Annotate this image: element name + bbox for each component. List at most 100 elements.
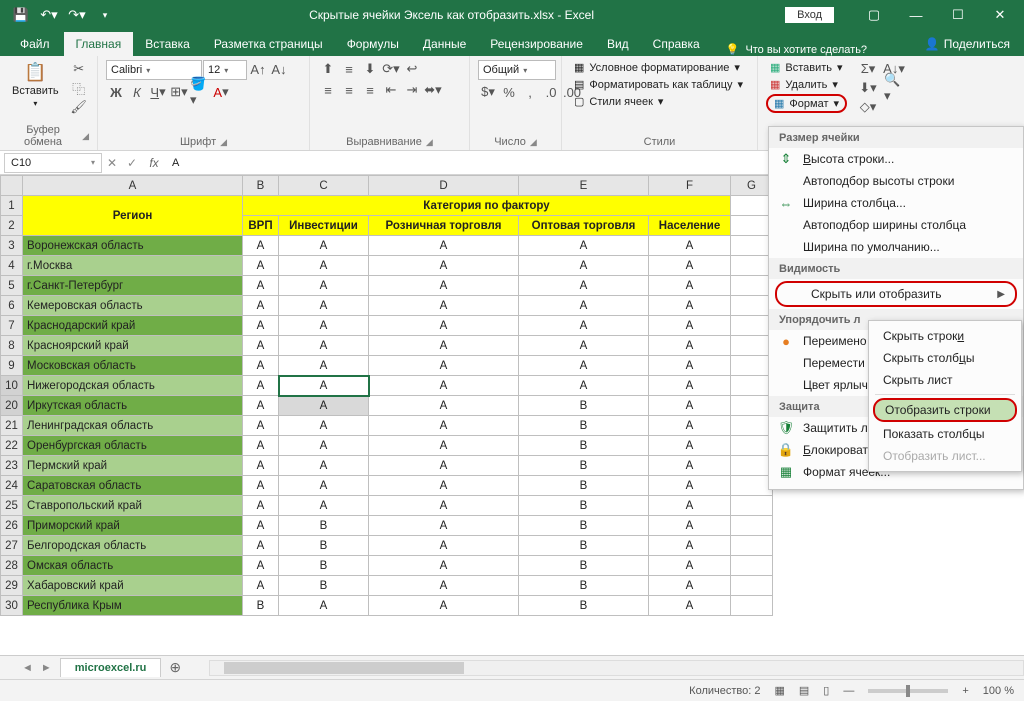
cell[interactable] — [731, 536, 773, 556]
grow-font-icon[interactable]: A↑ — [248, 60, 268, 78]
format-as-table-button[interactable]: ▤Форматировать как таблицу▾ — [570, 77, 747, 92]
tab-layout[interactable]: Разметка страницы — [202, 32, 335, 56]
cell[interactable]: Ленинградская область — [23, 416, 243, 436]
cell[interactable]: А — [649, 516, 731, 536]
new-sheet-icon[interactable]: ⊕ — [169, 659, 181, 676]
cell[interactable]: В — [279, 536, 369, 556]
cell[interactable]: А — [649, 536, 731, 556]
menu-hide-unhide[interactable]: Скрыть или отобразить▶ — [775, 281, 1017, 307]
cell[interactable]: А — [519, 276, 649, 296]
cell[interactable]: Приморский край — [23, 516, 243, 536]
submenu-hide-sheet[interactable]: Скрыть лист — [869, 369, 1021, 391]
paste-button[interactable]: 📋 Вставить ▾ — [8, 60, 63, 110]
cell[interactable] — [731, 456, 773, 476]
cell[interactable] — [731, 436, 773, 456]
cell[interactable]: Нижегородская область — [23, 376, 243, 396]
cell[interactable]: Хабаровский край — [23, 576, 243, 596]
cell[interactable]: А — [243, 316, 279, 336]
borders-icon[interactable]: ⊞▾ — [169, 83, 189, 101]
tell-me[interactable]: 💡Что вы хотите сделать? — [712, 43, 881, 56]
cell[interactable]: А — [369, 336, 519, 356]
cell[interactable]: Московская область — [23, 356, 243, 376]
maximize-icon[interactable]: ☐ — [938, 0, 978, 30]
cell[interactable]: А — [243, 416, 279, 436]
cell[interactable]: Республика Крым — [23, 596, 243, 616]
cell[interactable]: А — [279, 476, 369, 496]
submenu-hide-cols[interactable]: Скрыть столбцы — [869, 347, 1021, 369]
cell[interactable]: А — [243, 396, 279, 416]
cell[interactable]: В — [519, 536, 649, 556]
format-painter-icon[interactable]: 🖌 — [69, 98, 89, 116]
cell[interactable]: В — [519, 436, 649, 456]
find-select-icon[interactable]: 🔍▾ — [884, 79, 904, 97]
cell[interactable]: А — [279, 276, 369, 296]
cell[interactable]: А — [369, 296, 519, 316]
number-format-combo[interactable]: Общий▾ — [478, 60, 556, 80]
cell[interactable]: А — [369, 536, 519, 556]
cell[interactable]: А — [279, 356, 369, 376]
fill-icon[interactable]: ⬇▾ — [858, 79, 878, 97]
cell[interactable]: А — [369, 236, 519, 256]
currency-icon[interactable]: $▾ — [478, 83, 498, 101]
row-header[interactable]: 23 — [1, 456, 23, 476]
insert-cells-button[interactable]: ▦Вставить▾ — [766, 60, 847, 75]
cell[interactable]: А — [243, 576, 279, 596]
close-icon[interactable]: ✕ — [980, 0, 1020, 30]
col-header-C[interactable]: C — [279, 176, 369, 196]
tab-insert[interactable]: Вставка — [133, 32, 202, 56]
copy-icon[interactable]: ⿻ — [69, 79, 89, 97]
cell[interactable]: А — [519, 356, 649, 376]
cell[interactable] — [731, 496, 773, 516]
cell[interactable]: А — [649, 416, 731, 436]
fx-icon[interactable]: fx — [142, 156, 166, 170]
indent-dec-icon[interactable]: ⇤ — [381, 81, 401, 99]
cell[interactable]: А — [649, 356, 731, 376]
cell[interactable]: А — [369, 356, 519, 376]
cell[interactable] — [731, 196, 773, 216]
zoom-value[interactable]: 100 % — [983, 685, 1014, 697]
undo-icon[interactable]: ↶▾ — [36, 2, 62, 28]
tab-home[interactable]: Главная — [64, 32, 134, 56]
tab-file[interactable]: Файл — [6, 32, 64, 56]
ribbon-options-icon[interactable]: ▢ — [854, 0, 894, 30]
cell[interactable]: Кемеровская область — [23, 296, 243, 316]
cell[interactable]: Ставропольский край — [23, 496, 243, 516]
cell[interactable]: А — [279, 256, 369, 276]
view-layout-icon[interactable]: ▤ — [799, 684, 809, 697]
orientation-icon[interactable]: ⟳▾ — [381, 60, 401, 78]
submenu-unhide-cols[interactable]: Показать столбцы — [869, 423, 1021, 445]
horizontal-scrollbar[interactable] — [209, 660, 1024, 676]
row-header[interactable]: 30 — [1, 596, 23, 616]
cell[interactable]: А — [649, 296, 731, 316]
cell[interactable]: А — [649, 596, 731, 616]
delete-cells-button[interactable]: ▦Удалить▾ — [766, 77, 847, 92]
row-header[interactable]: 28 — [1, 556, 23, 576]
cell[interactable]: В — [519, 576, 649, 596]
cell[interactable]: ВРП — [243, 216, 279, 236]
cell[interactable] — [731, 416, 773, 436]
cell[interactable]: Инвестиции — [279, 216, 369, 236]
cell[interactable]: А — [369, 496, 519, 516]
cell[interactable]: Категория по фактору — [243, 196, 731, 216]
wrap-text-icon[interactable]: ↩ — [402, 60, 422, 78]
cell[interactable]: А — [369, 556, 519, 576]
cell[interactable]: А — [279, 296, 369, 316]
cell[interactable]: А — [243, 336, 279, 356]
cell[interactable] — [731, 356, 773, 376]
font-color-icon[interactable]: A▾ — [211, 83, 231, 101]
cell[interactable]: Воронежская область — [23, 236, 243, 256]
dialog-launcher-icon[interactable]: ◢ — [530, 137, 537, 148]
cell[interactable] — [731, 276, 773, 296]
cell[interactable]: А — [369, 596, 519, 616]
row-header[interactable]: 20 — [1, 396, 23, 416]
cell[interactable]: г.Москва — [23, 256, 243, 276]
cell[interactable]: А — [649, 276, 731, 296]
save-icon[interactable]: 💾 — [8, 2, 34, 28]
tab-data[interactable]: Данные — [411, 32, 478, 56]
cell[interactable]: А — [519, 316, 649, 336]
login-button[interactable]: Вход — [785, 7, 834, 23]
row-header[interactable]: 2 — [1, 216, 23, 236]
cell[interactable]: А — [243, 516, 279, 536]
row-header[interactable]: 5 — [1, 276, 23, 296]
select-all[interactable] — [1, 176, 23, 196]
